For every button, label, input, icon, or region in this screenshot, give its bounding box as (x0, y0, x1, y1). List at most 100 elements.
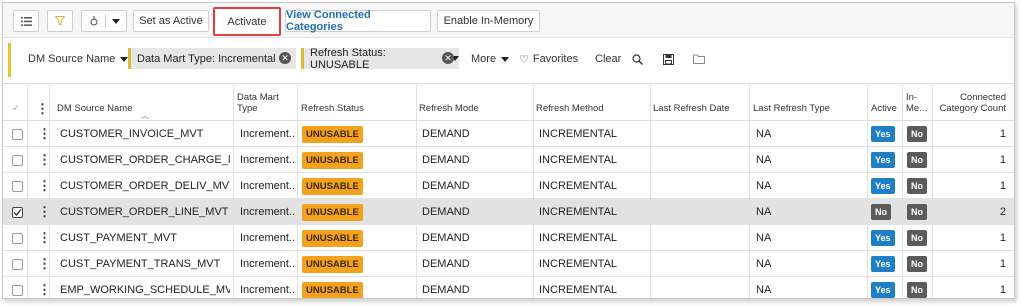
toolbar: Set as Active Activate View Connected Ca… (3, 3, 1014, 37)
cell-mode-value: DEMAND (422, 284, 470, 296)
column-divider (932, 83, 933, 298)
cell-mode: DEMAND (422, 225, 532, 251)
more-label: More (471, 53, 497, 65)
checkbox-icon (12, 128, 23, 140)
column-header-method[interactable]: Refresh Method (536, 84, 636, 122)
cell-type: Increment... (240, 121, 296, 147)
column-header-last-date[interactable]: Last Refresh Date (653, 84, 748, 122)
table-row[interactable]: ⋮ CUSTOMER_ORDER_LINE_MVT Increment... U… (3, 199, 1014, 225)
checkbox-icon (12, 232, 23, 244)
cell-type-value: Increment... (240, 180, 296, 192)
cell-inmem: No (907, 121, 929, 147)
activate-button[interactable]: Activate (213, 7, 281, 36)
cell-mode-value: DEMAND (422, 206, 470, 218)
row-checkbox[interactable] (12, 277, 26, 298)
filter-button[interactable] (47, 10, 73, 32)
save-icon (663, 53, 674, 65)
filter-chip-refresh-status[interactable]: Refresh Status: UNUSABLE ✕ (301, 47, 459, 71)
row-menu-button[interactable]: ⋮ (38, 251, 46, 277)
cell-count: 1 (935, 251, 1006, 277)
save-button[interactable] (663, 50, 674, 68)
column-header-inmem[interactable]: In-Me... (906, 84, 930, 122)
table-row[interactable]: ⋮ CUST_PAYMENT_MVT Increment... UNUSABLE… (3, 225, 1014, 251)
cell-status-value: UNUSABLE (302, 125, 363, 143)
column-header-status[interactable]: Refresh Status (301, 84, 401, 122)
row-menu-button[interactable]: ⋮ (38, 173, 46, 199)
cell-name: CUST_PAYMENT_MVT (60, 225, 230, 251)
cell-type-value: Increment... (240, 128, 296, 140)
cell-last-type: NA (756, 225, 856, 251)
row-menu-button[interactable]: ⋮ (38, 199, 46, 225)
cell-type: Increment... (240, 147, 296, 173)
column-menu-button[interactable]: ⋮ (36, 84, 49, 122)
cell-count: 1 (935, 147, 1006, 173)
cell-status-value: UNUSABLE (302, 255, 363, 273)
table-row[interactable]: ⋮ CUSTOMER_ORDER_CHARGE_MVT Increment...… (3, 147, 1014, 173)
row-menu-button[interactable]: ⋮ (38, 121, 46, 147)
column-header-count[interactable]: Connected Category Count (935, 84, 1006, 122)
row-menu-button[interactable]: ⋮ (38, 277, 46, 298)
cell-method: INCREMENTAL (539, 225, 649, 251)
cell-name-value: CUSTOMER_ORDER_CHARGE_MVT (60, 154, 230, 166)
cell-mode: DEMAND (422, 121, 532, 147)
cell-type: Increment... (240, 225, 296, 251)
checkbox-icon (12, 180, 23, 192)
column-divider (749, 83, 750, 298)
row-checkbox[interactable] (12, 225, 26, 251)
clear-button[interactable]: Clear (595, 50, 621, 68)
checkbox-icon (12, 206, 23, 218)
dropdown-caret-icon (111, 18, 120, 24)
column-divider (233, 83, 234, 298)
row-checkbox[interactable] (12, 199, 26, 225)
table-row[interactable]: ⋮ CUSTOMER_ORDER_DELIV_MVT Increment... … (3, 173, 1014, 199)
cell-status: UNUSABLE (302, 277, 412, 298)
column-header-active[interactable]: Active (871, 84, 901, 122)
column-header-last-type[interactable]: Last Refresh Type (753, 84, 853, 122)
column-divider (650, 83, 651, 298)
table-row[interactable]: ⋮ EMP_WORKING_SCHEDULE_MVT Increment... … (3, 277, 1014, 298)
column-header-name[interactable]: DM Source Name ︿ (57, 84, 227, 122)
more-filters-button[interactable]: More (471, 50, 510, 68)
row-checkbox[interactable] (12, 251, 26, 277)
cell-inmem: No (907, 173, 929, 199)
filter-chip-data-mart-type[interactable]: Data Mart Type: Incremental ✕ (128, 48, 296, 69)
column-header-mode[interactable]: Refresh Mode (419, 84, 519, 122)
enable-in-memory-button[interactable]: Enable In-Memory (437, 10, 540, 32)
list-view-button[interactable] (13, 10, 39, 32)
sort-indicator-icon: ︿ (141, 111, 149, 120)
dm-source-name-filter[interactable]: DM Source Name (28, 50, 129, 68)
cell-type-value: Increment... (240, 206, 296, 218)
cell-status-value: UNUSABLE (302, 229, 363, 247)
table-header: ✓ ⋮ DM Source Name ︿ Data Mart Type Refr… (3, 83, 1014, 121)
column-divider (49, 83, 50, 298)
cell-last-type-value: NA (756, 258, 772, 270)
close-icon[interactable]: ✕ (279, 52, 291, 64)
open-folder-button[interactable] (693, 50, 705, 68)
cell-status: UNUSABLE (302, 199, 412, 225)
table-row[interactable]: ⋮ CUSTOMER_INVOICE_MVT Increment... UNUS… (3, 121, 1014, 147)
close-icon[interactable]: ✕ (442, 52, 454, 64)
set-as-active-button[interactable]: Set as Active (133, 10, 209, 32)
cell-mode: DEMAND (422, 199, 532, 225)
row-menu-button[interactable]: ⋮ (38, 225, 46, 251)
cell-method: INCREMENTAL (539, 199, 649, 225)
row-menu-button[interactable]: ⋮ (38, 147, 46, 173)
row-checkbox[interactable] (12, 147, 26, 173)
table-row[interactable]: ⋮ CUST_PAYMENT_TRANS_MVT Increment... UN… (3, 251, 1014, 277)
cell-last-date (655, 121, 745, 147)
row-checkbox[interactable] (12, 121, 26, 147)
row-checkbox[interactable] (12, 173, 26, 199)
select-all-checkbox[interactable]: ✓ (12, 84, 20, 122)
cell-count-value: 1 (999, 232, 1006, 244)
cell-status: UNUSABLE (302, 173, 412, 199)
cell-inmem-value: No (907, 126, 927, 142)
group-button[interactable] (81, 10, 127, 32)
cell-count-value: 1 (999, 128, 1006, 140)
cell-name-value: CUST_PAYMENT_MVT (60, 232, 177, 244)
favorites-button[interactable]: ♡ Favorites (519, 50, 578, 68)
view-connected-categories-button[interactable]: View Connected Categories (285, 9, 431, 33)
column-divider (867, 83, 868, 298)
cell-inmem: No (907, 147, 929, 173)
column-header-type[interactable]: Data Mart Type (237, 84, 292, 122)
search-button[interactable] (632, 50, 643, 68)
